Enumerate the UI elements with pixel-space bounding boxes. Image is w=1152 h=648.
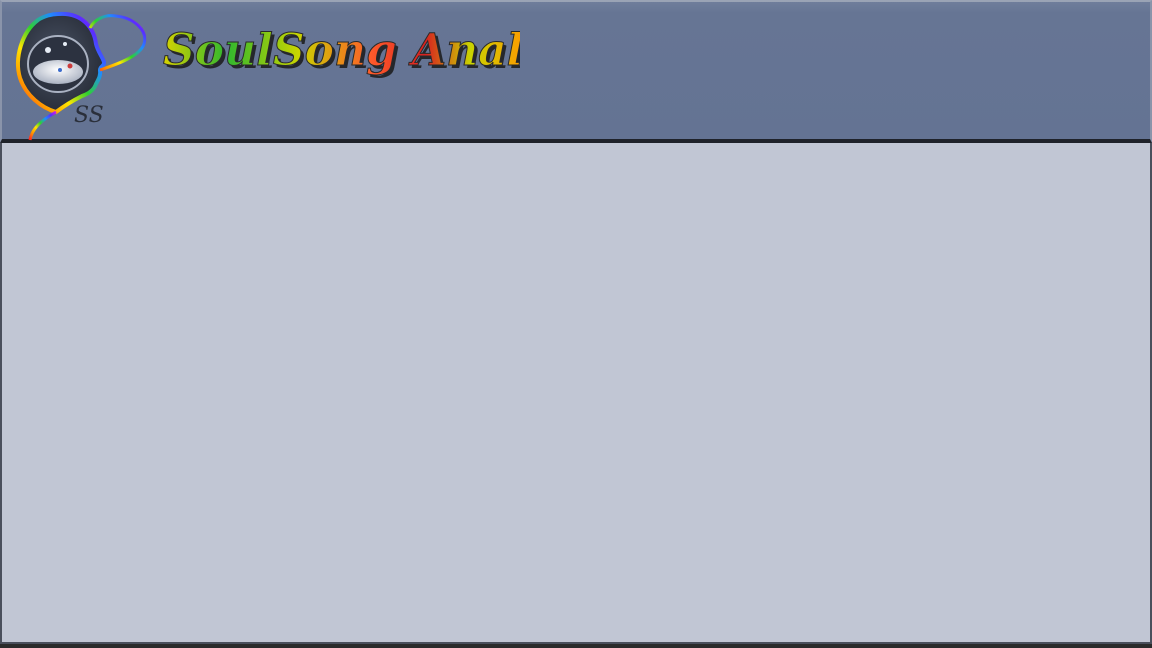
site-logo[interactable]: SS [8, 8, 150, 144]
site-title-text: SoulSong Analysis [163, 25, 520, 76]
bottom-border [0, 644, 1152, 648]
rainbow-face-profile-logo-icon: SS [16, 11, 147, 141]
logo-initials: SS [74, 103, 104, 128]
main-content-area [0, 143, 1152, 644]
site-header: SS SoulSong Anal SoulSong Anal [0, 0, 1152, 143]
site-title[interactable]: SoulSong Analysis SoulSong Analysis [160, 10, 619, 90]
page-frame: SS SoulSong Anal SoulSong Anal [0, 0, 1152, 648]
